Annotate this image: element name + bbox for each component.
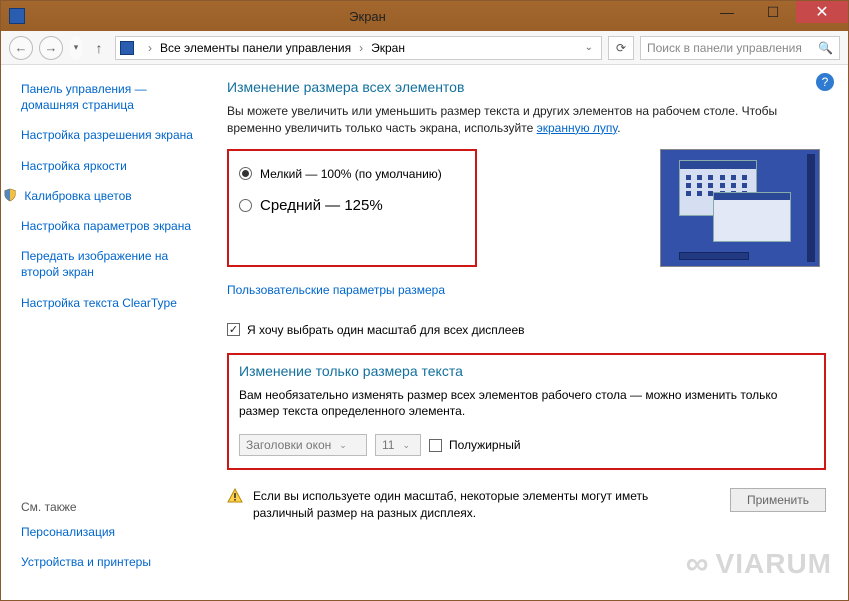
preview-monitor-icon (660, 149, 820, 267)
magnifier-link[interactable]: экранную лупу (537, 121, 618, 135)
sidebar-link-calibration[interactable]: Калибровка цветов (21, 188, 199, 204)
radio-indicator-checked (239, 167, 252, 180)
window-frame: Экран — ☐ ✕ ← → ▾ ↑ › Все элементы панел… (0, 0, 849, 601)
content-body: Панель управления — домашняя страница На… (1, 65, 848, 600)
combo-value: Заголовки окон (246, 438, 331, 452)
sidebar-link-devices[interactable]: Устройства и принтеры (21, 554, 201, 570)
chevron-down-icon: ⌄ (402, 440, 410, 451)
chevron-right-icon: › (357, 41, 365, 55)
close-button[interactable]: ✕ (796, 1, 848, 23)
radio-medium[interactable]: Средний — 125% (239, 197, 459, 214)
sidebar: Панель управления — домашняя страница На… (1, 65, 211, 600)
checkbox-single-scale[interactable]: ✓ Я хочу выбрать один масштаб для всех д… (227, 323, 826, 337)
infinity-icon: ∞ (686, 545, 710, 582)
nav-forward-button[interactable]: → (39, 36, 63, 60)
sidebar-item-label: Калибровка цветов (24, 189, 131, 203)
chevron-down-icon: ⌄ (339, 440, 347, 451)
section-heading-textsize: Изменение только размера текста (239, 363, 814, 379)
warning-text: Если вы используете один масштаб, некото… (253, 488, 653, 522)
sidebar-footer: См. также Персонализация Устройства и пр… (21, 500, 201, 584)
section-description: Вы можете увеличить или уменьшить размер… (227, 103, 787, 137)
maximize-button[interactable]: ☐ (750, 1, 796, 23)
search-input[interactable]: Поиск в панели управления 🔍 (640, 36, 840, 60)
window-title: Экран (31, 9, 704, 24)
address-dropdown-icon[interactable]: ⌄ (581, 42, 597, 53)
sidebar-link-resolution[interactable]: Настройка разрешения экрана (21, 127, 199, 143)
section-description-2: Вам необязательно изменять размер всех э… (239, 387, 814, 421)
sidebar-footer-heading: См. также (21, 500, 201, 514)
highlight-box-textsize: Изменение только размера текста Вам необ… (227, 353, 826, 471)
main-panel: ? Изменение размера всех элементов Вы мо… (211, 65, 848, 600)
titlebar[interactable]: Экран — ☐ ✕ (1, 1, 848, 31)
address-icon (120, 41, 134, 55)
checkbox-label: Полужирный (449, 438, 521, 452)
sidebar-link-personalization[interactable]: Персонализация (21, 524, 201, 540)
nav-history-dropdown[interactable]: ▾ (69, 36, 83, 60)
watermark: ∞ VIARUM (686, 545, 832, 582)
apply-button[interactable]: Применить (730, 488, 826, 512)
radio-small[interactable]: Мелкий — 100% (по умолчанию) (239, 167, 459, 181)
section-heading-size: Изменение размера всех элементов (227, 79, 826, 95)
chevron-right-icon: › (146, 41, 154, 55)
sidebar-link-project[interactable]: Передать изображение на второй экран (21, 248, 199, 280)
nav-toolbar: ← → ▾ ↑ › Все элементы панели управления… (1, 31, 848, 65)
combo-value: 11 (382, 438, 394, 452)
sidebar-link-cleartype[interactable]: Настройка текста ClearType (21, 295, 199, 311)
combo-fontsize[interactable]: 11 ⌄ (375, 434, 421, 456)
address-bar[interactable]: › Все элементы панели управления › Экран… (115, 36, 602, 60)
checkbox-indicator-checked: ✓ (227, 323, 240, 336)
sidebar-link-home[interactable]: Панель управления — домашняя страница (21, 81, 199, 113)
sidebar-link-brightness[interactable]: Настройка яркости (21, 158, 199, 174)
minimize-button[interactable]: — (704, 1, 750, 23)
nav-up-button[interactable]: ↑ (89, 40, 109, 56)
combo-element[interactable]: Заголовки окон ⌄ (239, 434, 367, 456)
search-icon: 🔍 (818, 41, 833, 55)
bottom-row: Если вы используете один масштаб, некото… (227, 488, 826, 522)
radio-label: Средний — 125% (260, 197, 383, 214)
sidebar-link-params[interactable]: Настройка параметров экрана (21, 218, 199, 234)
window-controls: — ☐ ✕ (704, 1, 848, 31)
warning-icon (227, 488, 243, 504)
refresh-button[interactable]: ⟳ (608, 36, 634, 60)
nav-back-button[interactable]: ← (9, 36, 33, 60)
help-icon[interactable]: ? (816, 73, 834, 91)
breadcrumb-item[interactable]: Экран (371, 41, 405, 55)
radio-indicator (239, 199, 252, 212)
search-placeholder: Поиск в панели управления (647, 41, 818, 55)
system-icon (9, 8, 25, 24)
custom-size-link[interactable]: Пользовательские параметры размера (227, 283, 445, 297)
checkbox-indicator (429, 439, 442, 452)
checkbox-label: Я хочу выбрать один масштаб для всех дис… (247, 323, 525, 337)
shield-icon (3, 188, 17, 202)
highlight-box-scale: Мелкий — 100% (по умолчанию) Средний — 1… (227, 149, 477, 267)
checkbox-bold[interactable]: Полужирный (429, 438, 521, 452)
radio-label: Мелкий — 100% (по умолчанию) (260, 167, 442, 181)
breadcrumb-item[interactable]: Все элементы панели управления (160, 41, 351, 55)
